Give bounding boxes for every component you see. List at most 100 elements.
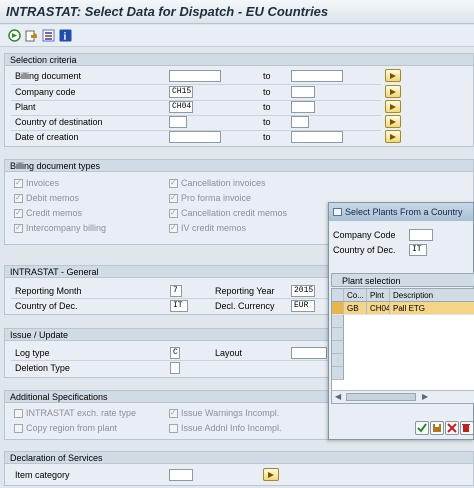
scroll-right-icon[interactable]: ▶	[422, 392, 428, 401]
selection-options-icon[interactable]	[42, 29, 55, 42]
svg-text:i: i	[64, 32, 67, 43]
row-divider	[11, 298, 331, 299]
to-label: to	[263, 87, 271, 97]
issue-warnings-incompl-label: Issue Warnings Incompl.	[181, 408, 280, 418]
row-divider	[11, 360, 331, 361]
debit-memos-checkbox[interactable]	[14, 193, 23, 203]
debit-memos-label: Debit memos	[26, 193, 80, 203]
reporting-year-input[interactable]: 2015	[291, 285, 315, 297]
decl-currency-input[interactable]: EUR	[291, 300, 315, 312]
row-selector[interactable]	[332, 367, 344, 380]
delete-icon[interactable]	[460, 421, 474, 435]
save-icon[interactable]	[430, 421, 444, 435]
credit-memos-checkbox[interactable]	[14, 208, 23, 218]
section-header: Billing document types	[5, 160, 473, 172]
column-header-plant[interactable]: Plnt	[367, 289, 390, 301]
horizontal-scrollbar[interactable]: ◀ ▶	[332, 390, 474, 403]
deletion-type-input[interactable]	[170, 362, 180, 374]
country-of-dec-input[interactable]: IT	[170, 300, 188, 312]
window-icon	[333, 208, 342, 216]
cancellation-credit-memos-checkbox[interactable]	[169, 208, 178, 218]
declaration-of-services-section: Declaration of Services Item category	[4, 451, 474, 486]
country-of-destination-from-input[interactable]	[169, 116, 187, 128]
iv-credit-memos-checkbox[interactable]	[169, 223, 178, 233]
country-of-dec-label: Country of Dec.	[15, 301, 78, 311]
info-icon[interactable]: i	[59, 29, 72, 43]
column-header-company[interactable]: Co...	[344, 289, 367, 301]
table-row[interactable]: GB CH04 Pall ETG	[332, 302, 474, 315]
intrastat-exch-rate-type-label: INTRASTAT exch. rate type	[26, 408, 137, 418]
section-title: Declaration of Services	[10, 453, 103, 463]
section-title: Billing document types	[10, 161, 101, 171]
to-label: to	[263, 71, 271, 81]
execute-icon[interactable]	[8, 29, 21, 42]
date-of-creation-from-input[interactable]	[169, 131, 221, 143]
section-header: Declaration of Services	[5, 452, 473, 464]
dialog-company-code-input[interactable]	[409, 229, 433, 241]
company-code-from-input[interactable]: CH15	[169, 86, 193, 98]
multiple-selection-button[interactable]	[385, 69, 401, 82]
plant-from-input[interactable]: CH04	[169, 101, 193, 113]
country-of-destination-label: Country of destination	[15, 117, 103, 127]
row-selector[interactable]	[332, 341, 344, 354]
multiple-selection-button[interactable]	[385, 85, 401, 98]
decl-currency-label: Decl. Currency	[215, 301, 275, 311]
billing-document-from-input[interactable]	[169, 70, 221, 82]
row-selector-header[interactable]	[332, 289, 344, 301]
cancellation-invoices-checkbox[interactable]	[169, 178, 178, 188]
variant-icon[interactable]	[25, 29, 38, 42]
pro-forma-invoice-checkbox[interactable]	[169, 193, 178, 203]
window-title: INTRASTAT: Select Data for Dispatch - EU…	[6, 4, 329, 19]
cancellation-credit-memos-label: Cancellation credit memos	[181, 208, 288, 218]
issue-addnl-info-incompl-checkbox[interactable]	[169, 424, 178, 433]
copy-region-from-plant-label: Copy region from plant	[26, 423, 118, 433]
copy-region-from-plant-checkbox[interactable]	[14, 424, 23, 433]
scrollbar-thumb[interactable]	[346, 393, 416, 401]
issue-addnl-info-incompl-label: Issue Addnl Info Incompl.	[181, 423, 282, 433]
cancel-icon[interactable]	[445, 421, 459, 435]
iv-credit-memos-label: IV credit memos	[181, 223, 247, 233]
column-header-description[interactable]: Description	[390, 289, 474, 301]
intrastat-exch-rate-type-checkbox[interactable]	[14, 409, 23, 418]
item-category-input[interactable]	[169, 469, 193, 481]
multiple-selection-button[interactable]	[263, 468, 279, 481]
country-of-dec-label: Country of Dec.	[333, 245, 396, 255]
country-of-destination-to-input[interactable]	[291, 116, 309, 128]
section-header: Selection criteria	[5, 54, 473, 66]
invoices-checkbox[interactable]	[14, 178, 23, 188]
select-plants-dialog: Select Plants From a Country Company Cod…	[328, 202, 474, 440]
check-icon[interactable]	[415, 421, 429, 435]
row-selector[interactable]	[332, 302, 344, 314]
grid-title: Plant selection	[342, 276, 401, 286]
reporting-year-label: Reporting Year	[215, 286, 275, 296]
scroll-left-icon[interactable]: ◀	[335, 392, 341, 401]
date-of-creation-to-input[interactable]	[291, 131, 343, 143]
cell-company: GB	[344, 302, 367, 314]
section-title: Additional Specifications	[10, 392, 108, 402]
billing-document-label: Billing document	[15, 71, 82, 81]
intercompany-billing-label: Intercompany billing	[26, 223, 107, 233]
dialog-title-bar[interactable]: Select Plants From a Country	[329, 203, 473, 221]
reporting-month-input[interactable]: 7	[170, 285, 182, 297]
row-selector[interactable]	[332, 315, 344, 328]
company-code-label: Company code	[15, 87, 76, 97]
intercompany-billing-checkbox[interactable]	[14, 223, 23, 233]
date-of-creation-label: Date of creation	[15, 132, 79, 142]
row-divider	[11, 84, 381, 85]
multiple-selection-button[interactable]	[385, 130, 401, 143]
plant-selection-grid: Co... Plnt Description GB CH04 Pall ETG …	[331, 288, 474, 404]
row-selector[interactable]	[332, 328, 344, 341]
row-selector[interactable]	[332, 354, 344, 367]
log-type-input[interactable]: C	[170, 347, 180, 359]
billing-document-to-input[interactable]	[291, 70, 343, 82]
section-title: Issue / Update	[10, 330, 69, 340]
window-title-bar: INTRASTAT: Select Data for Dispatch - EU…	[0, 0, 474, 24]
issue-warnings-incompl-checkbox[interactable]	[169, 408, 178, 418]
dialog-country-input[interactable]: IT	[409, 244, 427, 256]
grid-title-bar: Plant selection	[331, 273, 474, 287]
multiple-selection-button[interactable]	[385, 115, 401, 128]
company-code-to-input[interactable]	[291, 86, 315, 98]
layout-input[interactable]	[291, 347, 327, 359]
multiple-selection-button[interactable]	[385, 100, 401, 113]
plant-to-input[interactable]	[291, 101, 315, 113]
